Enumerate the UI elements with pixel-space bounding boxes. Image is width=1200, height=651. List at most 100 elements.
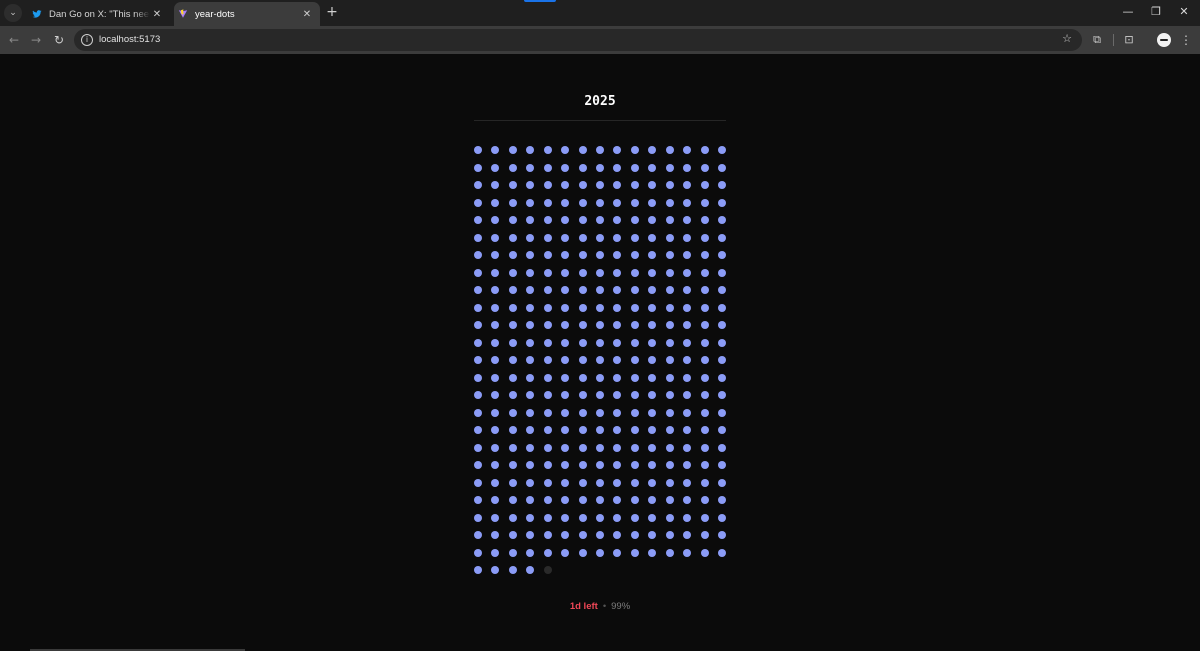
day-dot-elapsed [630,286,639,294]
day-dot-elapsed [491,181,500,189]
tab-search-icon[interactable]: ⌄ [4,4,22,22]
day-dot-elapsed [613,408,622,417]
day-dot-elapsed [665,356,674,364]
day-dot-elapsed [718,216,726,224]
day-dot-elapsed [718,391,726,399]
day-dot-elapsed [665,513,674,522]
day-dot-elapsed [474,496,482,504]
day-dot-elapsed [630,216,639,224]
day-dot-elapsed [474,181,482,189]
day-dot-elapsed [526,163,535,172]
tab-year-dots[interactable]: year-dots ✕ [174,2,320,26]
day-dot-elapsed [474,338,482,347]
day-dot-elapsed [491,461,500,469]
page-viewport: 2025 1d left • 99% [0,54,1200,651]
address-bar[interactable]: i localhost:5173 ☆ [74,29,1082,51]
day-dot-elapsed [630,531,639,539]
day-dot-elapsed [578,268,587,277]
day-dot-elapsed [508,356,517,364]
bookmark-star-icon[interactable]: ☆ [1062,32,1072,45]
day-dot-elapsed [630,163,639,172]
day-dot-elapsed [491,356,500,364]
day-dot-elapsed [526,303,535,312]
restore-icon[interactable]: ❐ [1142,2,1170,22]
day-dot-elapsed [561,391,570,399]
day-dot-elapsed [718,338,726,347]
day-dot-elapsed [578,391,587,399]
day-dot-elapsed [700,198,709,207]
day-dot-elapsed [526,338,535,347]
day-dot-elapsed [578,181,587,189]
back-icon[interactable]: ← [4,30,24,50]
day-dot-elapsed [474,303,482,312]
day-dot-elapsed [578,356,587,364]
day-dot-elapsed [613,338,622,347]
day-dot-elapsed [596,531,604,539]
extensions-icon[interactable]: ⧉ [1088,31,1106,49]
day-dot-elapsed [543,216,552,224]
close-icon[interactable]: ✕ [300,9,314,20]
day-dot-elapsed [474,286,482,294]
day-dot-elapsed [526,356,535,364]
day-dot-elapsed [526,548,535,557]
day-dot-elapsed [630,461,639,469]
day-dot-elapsed [648,286,657,294]
day-dot-elapsed [683,443,692,452]
site-info-icon[interactable]: i [81,34,93,46]
day-dot-elapsed [578,286,587,294]
day-dot-elapsed [508,251,517,259]
day-dot-elapsed [491,303,500,312]
day-dot-elapsed [648,251,657,259]
day-dot-elapsed [561,443,570,452]
day-dot-elapsed [700,513,709,522]
day-dot-elapsed [543,496,552,504]
day-dot-elapsed [630,338,639,347]
url-text[interactable]: localhost:5173 [99,34,160,45]
day-dot-elapsed [474,233,482,242]
day-dot-elapsed [543,548,552,557]
media-icon[interactable]: ⊡ [1120,31,1138,49]
day-dot-elapsed [543,321,552,329]
forward-icon[interactable]: → [26,30,46,50]
day-dot-elapsed [665,181,674,189]
day-dot-elapsed [491,286,500,294]
close-icon[interactable]: ✕ [150,9,164,20]
minimize-icon[interactable]: — [1114,2,1142,22]
day-dot-elapsed [596,443,604,452]
day-dot-elapsed [648,181,657,189]
day-dot-elapsed [543,233,552,242]
day-dot-elapsed [613,216,622,224]
day-dot-elapsed [683,233,692,242]
day-dot-elapsed [578,146,587,154]
day-dot-elapsed [561,478,570,487]
day-dot-elapsed [526,146,535,154]
day-dot-elapsed [613,303,622,312]
day-dot-elapsed [700,338,709,347]
tab-dan-go[interactable]: Dan Go on X: "This needs to be ✕ [26,2,170,26]
day-dot-elapsed [718,268,726,277]
day-dot-elapsed [648,443,657,452]
day-dot-elapsed [508,408,517,417]
day-dot-elapsed [648,356,657,364]
day-dot-elapsed [648,426,657,434]
day-dot-elapsed [508,513,517,522]
day-dot-elapsed [474,426,482,434]
close-window-icon[interactable]: ✕ [1170,2,1198,22]
day-dot-elapsed [474,216,482,224]
day-dot-elapsed [665,548,674,557]
profile-avatar-icon[interactable] [1157,33,1171,47]
day-dot-elapsed [526,496,535,504]
day-dot-elapsed [683,478,692,487]
reload-icon[interactable]: ↻ [49,30,69,50]
new-tab-icon[interactable]: + [323,4,341,22]
day-dot-elapsed [613,548,622,557]
menu-icon[interactable]: ⋮ [1178,31,1194,49]
day-dot-elapsed [526,566,535,574]
day-dot-elapsed [508,443,517,452]
day-dot-elapsed [613,443,622,452]
day-dot-elapsed [630,146,639,154]
day-dot-elapsed [613,163,622,172]
day-dot-elapsed [613,461,622,469]
day-dot-elapsed [718,321,726,329]
day-dot-elapsed [543,338,552,347]
